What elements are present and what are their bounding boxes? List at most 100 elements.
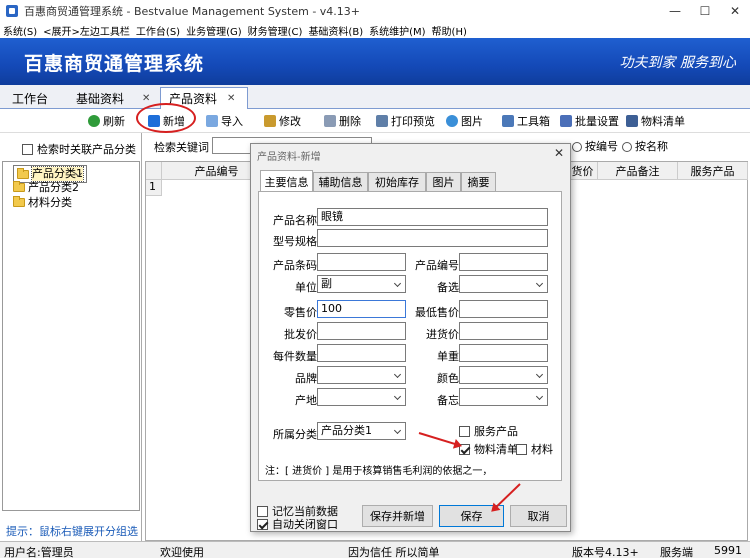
checkbox-box[interactable] [257, 518, 268, 530]
banner-slogan: 功夫到家 服务到心 [619, 55, 736, 71]
close-icon[interactable]: ✕ [227, 93, 235, 104]
button-label: 打印预览 [391, 115, 435, 128]
toolbar: 刷新 新增 导入 修改 删除 打印预览 图片 工具箱 批量设置 物料清单 [0, 109, 750, 133]
option-select[interactable] [459, 275, 548, 293]
menu-basic-data[interactable]: 基础资料(B) [305, 23, 366, 38]
label-origin: 产地 [295, 394, 317, 407]
delete-button[interactable]: 删除 [324, 113, 361, 129]
radio-by-name[interactable]: 按名称 [622, 138, 668, 154]
tab-main-info[interactable]: 主要信息 [260, 170, 313, 192]
grid-header-remark[interactable]: 产品备注 [598, 162, 678, 180]
menu-bar: 系统(S) <展开>左边工具栏 工作台(S) 业务管理(G) 财务管理(C) 基… [0, 22, 750, 38]
tab-basic-data[interactable]: 基础资料 ✕ [76, 88, 150, 109]
grid-row-number: 1 [146, 180, 162, 196]
product-name-field[interactable]: 眼镜 [317, 208, 548, 226]
cancel-button[interactable]: 取消 [510, 505, 567, 527]
document-icon [626, 115, 638, 127]
tab-initial-stock[interactable]: 初始库存 [368, 172, 426, 191]
search-related-checkbox[interactable]: 检索时关联产品分类 [22, 141, 136, 157]
button-label: 工具箱 [517, 115, 550, 128]
menu-finance[interactable]: 财务管理(C) [245, 23, 306, 38]
close-button[interactable]: ✕ [720, 0, 750, 22]
category-select[interactable]: 产品分类1 [317, 422, 406, 440]
label-wholesale: 批发价 [284, 328, 317, 341]
unit-select[interactable]: 副 [317, 275, 406, 293]
label-per-qty: 每件数量 [273, 350, 317, 363]
tab-images[interactable]: 图片 [426, 172, 461, 191]
origin-select[interactable] [317, 388, 406, 406]
code-field[interactable] [459, 253, 548, 271]
refresh-button[interactable]: 刷新 [88, 113, 125, 129]
image-button[interactable]: 图片 [446, 113, 483, 129]
checkbox-box[interactable] [516, 443, 527, 455]
spec-field[interactable] [317, 229, 548, 247]
button-label: 修改 [279, 115, 301, 128]
tree-item-material[interactable]: 材料分类 [13, 195, 72, 209]
tree-item-category2[interactable]: 产品分类2 [13, 180, 79, 194]
radio-by-code[interactable]: 按编号 [572, 138, 618, 154]
checkbox-label: 材料 [531, 443, 553, 456]
menu-help[interactable]: 帮助(H) [429, 23, 470, 38]
wholesale-price-field[interactable] [317, 322, 406, 340]
bom-button[interactable]: 物料清单 [626, 113, 685, 129]
menu-expand-toolbar[interactable]: <展开>左边工具栏 [40, 23, 133, 38]
label-name: 产品名称 [273, 214, 317, 227]
label-option: 备选 [437, 281, 459, 294]
search-label: 检索关键词 [154, 141, 209, 154]
bom-checkbox[interactable]: 物料清单 [459, 441, 518, 457]
retail-price-field[interactable]: 100 [317, 300, 406, 318]
tab-workbench[interactable]: 工作台 [12, 88, 48, 109]
checkbox-box[interactable] [257, 505, 268, 517]
import-button[interactable]: 导入 [206, 113, 243, 129]
memo-select[interactable] [459, 388, 548, 406]
minimize-button[interactable]: — [660, 0, 690, 22]
maximize-button[interactable]: ☐ [690, 0, 720, 22]
checkbox-box[interactable] [459, 425, 470, 437]
category-tree: 产品分类1 产品分类2 材料分类 [2, 161, 140, 511]
batch-settings-button[interactable]: 批量设置 [560, 113, 619, 129]
category-panel: 检索时关联产品分类 产品分类1 产品分类2 材料分类 提示：鼠标右键展开分组选项 [0, 133, 142, 554]
toolbox-button[interactable]: 工具箱 [502, 113, 550, 129]
radio-label: 按编号 [585, 140, 618, 153]
radio-circle[interactable] [572, 142, 582, 152]
import-icon [206, 115, 218, 127]
save-and-new-button[interactable]: 保存并新增 [362, 505, 433, 527]
trash-icon [324, 115, 336, 127]
folder-icon [17, 167, 29, 179]
barcode-field[interactable] [317, 253, 406, 271]
edit-button[interactable]: 修改 [264, 113, 301, 129]
menu-system[interactable]: 系统(S) [0, 23, 40, 38]
tab-summary[interactable]: 摘要 [461, 172, 496, 191]
tab-aux-info[interactable]: 辅助信息 [313, 172, 368, 191]
checkbox-label: 自动关闭窗口 [272, 518, 338, 531]
auto-close-checkbox[interactable]: 自动关闭窗口 [257, 516, 338, 532]
app-icon [6, 5, 18, 17]
checkbox-box[interactable] [22, 143, 33, 155]
grid-header-service[interactable]: 服务产品 [678, 162, 748, 180]
folder-icon [13, 180, 25, 192]
min-price-field[interactable] [459, 300, 548, 318]
close-icon[interactable]: ✕ [142, 93, 150, 104]
status-bar: 用户名:管理员 欢迎使用 因为信任 所以简单 版本号4.13+ 服务端 5991 [0, 541, 750, 559]
dialog-title: 产品资料-新增 [257, 152, 321, 163]
menu-workbench[interactable]: 工作台(S) [133, 23, 183, 38]
brand-select[interactable] [317, 366, 406, 384]
print-preview-button[interactable]: 打印预览 [376, 113, 435, 129]
material-checkbox[interactable]: 材料 [516, 441, 553, 457]
menu-business[interactable]: 业务管理(G) [183, 23, 245, 38]
close-icon[interactable]: ✕ [554, 146, 564, 160]
label-purchase: 进货价 [426, 328, 459, 341]
tree-item-label: 产品分类2 [28, 181, 79, 194]
purchase-price-field[interactable] [459, 322, 548, 340]
grid-header-price[interactable]: 货价 [568, 162, 598, 180]
purchase-price-note: 注：[ 进货价 ] 是用于核算销售毛利润的依据之一， [265, 466, 493, 477]
banner-title: 百惠商贸通管理系统 [24, 53, 205, 75]
weight-field[interactable] [459, 344, 548, 362]
per-qty-field[interactable] [317, 344, 406, 362]
label-unit: 单位 [295, 281, 317, 294]
menu-maintenance[interactable]: 系统维护(M) [366, 23, 428, 38]
window-title: 百惠商贸通管理系统 - Bestvalue Management System … [24, 5, 361, 18]
color-select[interactable] [459, 366, 548, 384]
radio-circle[interactable] [622, 142, 632, 152]
service-product-checkbox[interactable]: 服务产品 [459, 423, 518, 439]
